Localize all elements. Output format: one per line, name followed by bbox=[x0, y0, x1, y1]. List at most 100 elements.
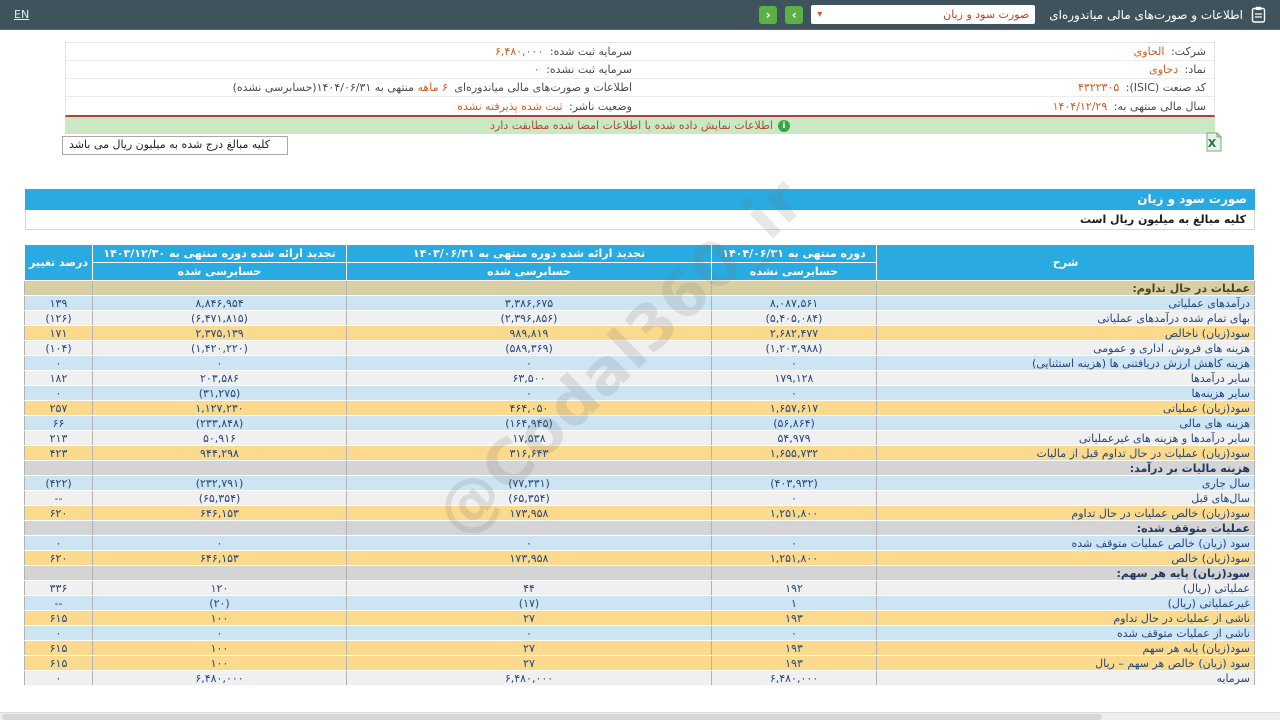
field-label: کد صنعت (ISIC): bbox=[1125, 81, 1206, 94]
symbol-link[interactable]: دحاوی bbox=[1149, 63, 1178, 76]
field-label: شرکت: bbox=[1170, 45, 1206, 58]
cell-value: ۰ bbox=[24, 670, 93, 686]
cell-value: ۰ bbox=[92, 355, 347, 371]
income-statement-table: شرح دوره منتهی به ۱۴۰۴/۰۶/۳۱ تجدید ارائه… bbox=[24, 244, 1255, 686]
cell-value: ۱۷۳,۹۵۸ bbox=[346, 550, 712, 566]
cell-value: (۵,۴۰۵,۰۸۴) bbox=[711, 310, 877, 326]
table-row: سود(زیان) خالص ۱,۲۵۱,۸۰۰ ۱۷۳,۹۵۸ ۶۴۶,۱۵۳ ۶۲۰ bbox=[24, 550, 1255, 566]
cell-value: ۲۰۳,۵۸۶ bbox=[92, 370, 347, 386]
report-type-selected-value: صورت سود و زیان bbox=[943, 8, 1030, 21]
info-row: سال مالی منتهی به: ۱۴۰۴/۱۲/۲۹ وضعیت ناشر… bbox=[66, 97, 1214, 115]
cell-value: ۱,۲۵۱,۸۰۰ bbox=[711, 550, 877, 566]
chevron-left-icon: ‹ bbox=[765, 7, 771, 22]
cell-value: ۰ bbox=[92, 625, 347, 641]
cell-value: ۱۷,۵۳۸ bbox=[346, 430, 712, 446]
cell-value: ۴۲۳ bbox=[24, 445, 93, 461]
field-label: منتهی به ۱۴۰۴/۰۶/۳۱(حسابرسی نشده) bbox=[232, 81, 418, 94]
scrollbar-thumb[interactable] bbox=[2, 714, 1102, 720]
cell-value: ۰ bbox=[346, 385, 712, 401]
table-row: سایر درآمدها و هزینه های غیرعملیاتی ۵۴,۹۷… bbox=[24, 430, 1255, 446]
table-row: بهای تمام شده درآمدهای عملیاتی (۵,۴۰۵,۰۸۴… bbox=[24, 310, 1255, 326]
info-row: کد صنعت (ISIC): ۴۳۲۲۳۰۵ اطلاعات و صورت‌ه… bbox=[66, 79, 1214, 97]
svg-text:X: X bbox=[1208, 137, 1217, 150]
cell-value: ۸,۰۸۷,۵۶۱ bbox=[711, 295, 877, 311]
cell-value: ۱۰۰ bbox=[92, 610, 347, 626]
table-row: سال جاری (۴۰۳,۹۳۲) (۷۷,۳۳۱) (۲۳۲,۷۹۱) (۴۲۲) bbox=[24, 475, 1255, 491]
cell-value bbox=[92, 280, 347, 296]
cell-value: ۶,۴۸۰,۰۰۰ bbox=[346, 670, 712, 686]
cell-value: (۶,۴۷۱,۸۱۵) bbox=[92, 310, 347, 326]
registered-capital-field: سرمایه ثبت شده: ۶,۴۸۰,۰۰۰ bbox=[66, 45, 640, 58]
row-label: هزینه کاهش ارزش دریافتنی ها (هزینه استثن… bbox=[876, 355, 1255, 371]
cell-value bbox=[24, 280, 93, 296]
tools-row: کلیه مبالغ درج شده به میلیون ریال می باش… bbox=[58, 131, 1223, 189]
cell-value: ۱۹۳ bbox=[711, 640, 877, 656]
cell-value: ۱,۶۵۵,۷۳۲ bbox=[711, 445, 877, 461]
row-label: سایر درآمدها و هزینه های غیرعملیاتی bbox=[876, 430, 1255, 446]
next-statement-button[interactable]: › bbox=[785, 5, 804, 24]
row-label: سود (زیان) خالص هر سهم – ریال bbox=[876, 655, 1255, 671]
signed-info-alert: i اطلاعات نمایش داده شده با اطلاعات امضا… bbox=[65, 117, 1215, 134]
section-row: عملیات متوقف شده: bbox=[24, 520, 1255, 536]
row-label: عملیاتی (ریال) bbox=[876, 580, 1255, 596]
cell-value bbox=[346, 460, 712, 476]
cell-value: (۲۰) bbox=[92, 595, 347, 611]
alert-text: اطلاعات نمایش داده شده با اطلاعات امضا ش… bbox=[490, 119, 773, 132]
cell-value bbox=[711, 520, 877, 536]
cell-value: (۱,۲۰۳,۹۸۸) bbox=[711, 340, 877, 356]
cell-value: ۶۲۰ bbox=[24, 505, 93, 521]
horizontal-scrollbar[interactable] bbox=[0, 712, 1280, 720]
cell-value: ۰ bbox=[346, 355, 712, 371]
amount-unit-dropdown[interactable]: کلیه مبالغ درج شده به میلیون ریال می باش… bbox=[62, 136, 288, 155]
cell-value: (۲,۳۹۶,۸۵۶) bbox=[346, 310, 712, 326]
table-row: هزینه های مالی (۵۶,۸۶۴) (۱۶۴,۹۴۵) (۲۳۳,۸۴۸)… bbox=[24, 415, 1255, 431]
table-row: عملیاتی (ریال) ۱۹۲ ۴۴ ۱۲۰ ۳۳۶ bbox=[24, 580, 1255, 596]
header-audit-status: حسابرسی نشده bbox=[711, 262, 877, 281]
info-row: نماد: دحاوی سرمایه ثبت نشده: ۰ bbox=[66, 61, 1214, 79]
excel-export-button[interactable]: X bbox=[1203, 131, 1223, 152]
row-label: عملیات در حال تداوم: bbox=[876, 280, 1255, 296]
field-label: اطلاعات و صورت‌های مالی میاندوره‌ای bbox=[450, 81, 632, 94]
table-row: هزینه کاهش ارزش دریافتنی ها (هزینه استثن… bbox=[24, 355, 1255, 371]
row-label: سود(زیان) پایه هر سهم: bbox=[876, 565, 1255, 581]
table-row: درآمدهای عملیاتی ۸,۰۸۷,۵۶۱ ۳,۳۸۶,۶۷۵ ۸,۸۴۶,… bbox=[24, 295, 1255, 311]
fiscal-year-field: سال مالی منتهی به: ۱۴۰۴/۱۲/۲۹ bbox=[640, 100, 1214, 113]
field-label: سال مالی منتهی به: bbox=[1113, 99, 1206, 113]
language-toggle-en[interactable]: EN bbox=[14, 8, 29, 21]
field-value: ۶,۴۸۰,۰۰۰ bbox=[495, 45, 544, 58]
table-row: سرمایه ۶,۴۸۰,۰۰۰ ۶,۴۸۰,۰۰۰ ۶,۴۸۰,۰۰۰ ۰ bbox=[24, 670, 1255, 686]
section-row: سود(زیان) پایه هر سهم: bbox=[24, 565, 1255, 581]
cell-value: ۳,۳۸۶,۶۷۵ bbox=[346, 295, 712, 311]
header-period-restated-6m: تجدید ارائه شده دوره منتهی به ۱۴۰۳/۰۶/۳۱ bbox=[346, 244, 712, 263]
row-label: عملیات متوقف شده: bbox=[876, 520, 1255, 536]
cell-value: ۴۶۴,۰۵۰ bbox=[346, 400, 712, 416]
table-row: سود (زیان) خالص عملیات متوقف شده ۰ ۰ ۰ ۰ bbox=[24, 535, 1255, 551]
issuer-status-field: وضعیت ناشر: ثبت شده پذیرفته نشده bbox=[66, 100, 640, 113]
cell-value: ۳۱۶,۶۴۳ bbox=[346, 445, 712, 461]
info-row: شرکت: الحاوی سرمایه ثبت شده: ۶,۴۸۰,۰۰۰ bbox=[66, 43, 1214, 61]
row-label: سال جاری bbox=[876, 475, 1255, 491]
symbol-field: نماد: دحاوی bbox=[640, 63, 1214, 76]
report-type-dropdown[interactable]: صورت سود و زیان ▾ bbox=[811, 5, 1036, 24]
cell-value: ۹۴۴,۲۹۸ bbox=[92, 445, 347, 461]
cell-value: ۱۹۳ bbox=[711, 610, 877, 626]
cell-value: ۶۴۶,۱۵۳ bbox=[92, 550, 347, 566]
cell-value bbox=[24, 520, 93, 536]
prev-statement-button[interactable]: ‹ bbox=[759, 5, 778, 24]
topbar: اطلاعات و صورت‌های مالی میاندوره‌ای صورت… bbox=[0, 0, 1280, 30]
row-label: سود(زیان) خالص bbox=[876, 550, 1255, 566]
cell-value: ۲۱۳ bbox=[24, 430, 93, 446]
statement-title-band: صورت سود و زیان bbox=[25, 189, 1255, 210]
cell-value: (۶۵,۳۵۴) bbox=[346, 490, 712, 506]
field-value: ۱۴۰۴/۱۲/۲۹ bbox=[1052, 99, 1108, 113]
header-audit-status: حسابرسی شده bbox=[346, 262, 712, 281]
company-link[interactable]: الحاوی bbox=[1134, 45, 1165, 58]
cell-value: ۰ bbox=[24, 355, 93, 371]
field-label: سرمایه ثبت شده: bbox=[549, 45, 632, 58]
table-row: سود(زیان) عملیاتی ۱,۶۵۷,۶۱۷ ۴۶۴,۰۵۰ ۱,۱۲۷,۲… bbox=[24, 400, 1255, 416]
table-row: غیرعملیاتی (ریال) ۱ (۱۷) (۲۰) -- bbox=[24, 595, 1255, 611]
row-label: سود(زیان) خالص عملیات در حال تداوم bbox=[876, 505, 1255, 521]
cell-value bbox=[711, 460, 877, 476]
cell-value: ۶۲۰ bbox=[24, 550, 93, 566]
cell-value: ۶۶ bbox=[24, 415, 93, 431]
